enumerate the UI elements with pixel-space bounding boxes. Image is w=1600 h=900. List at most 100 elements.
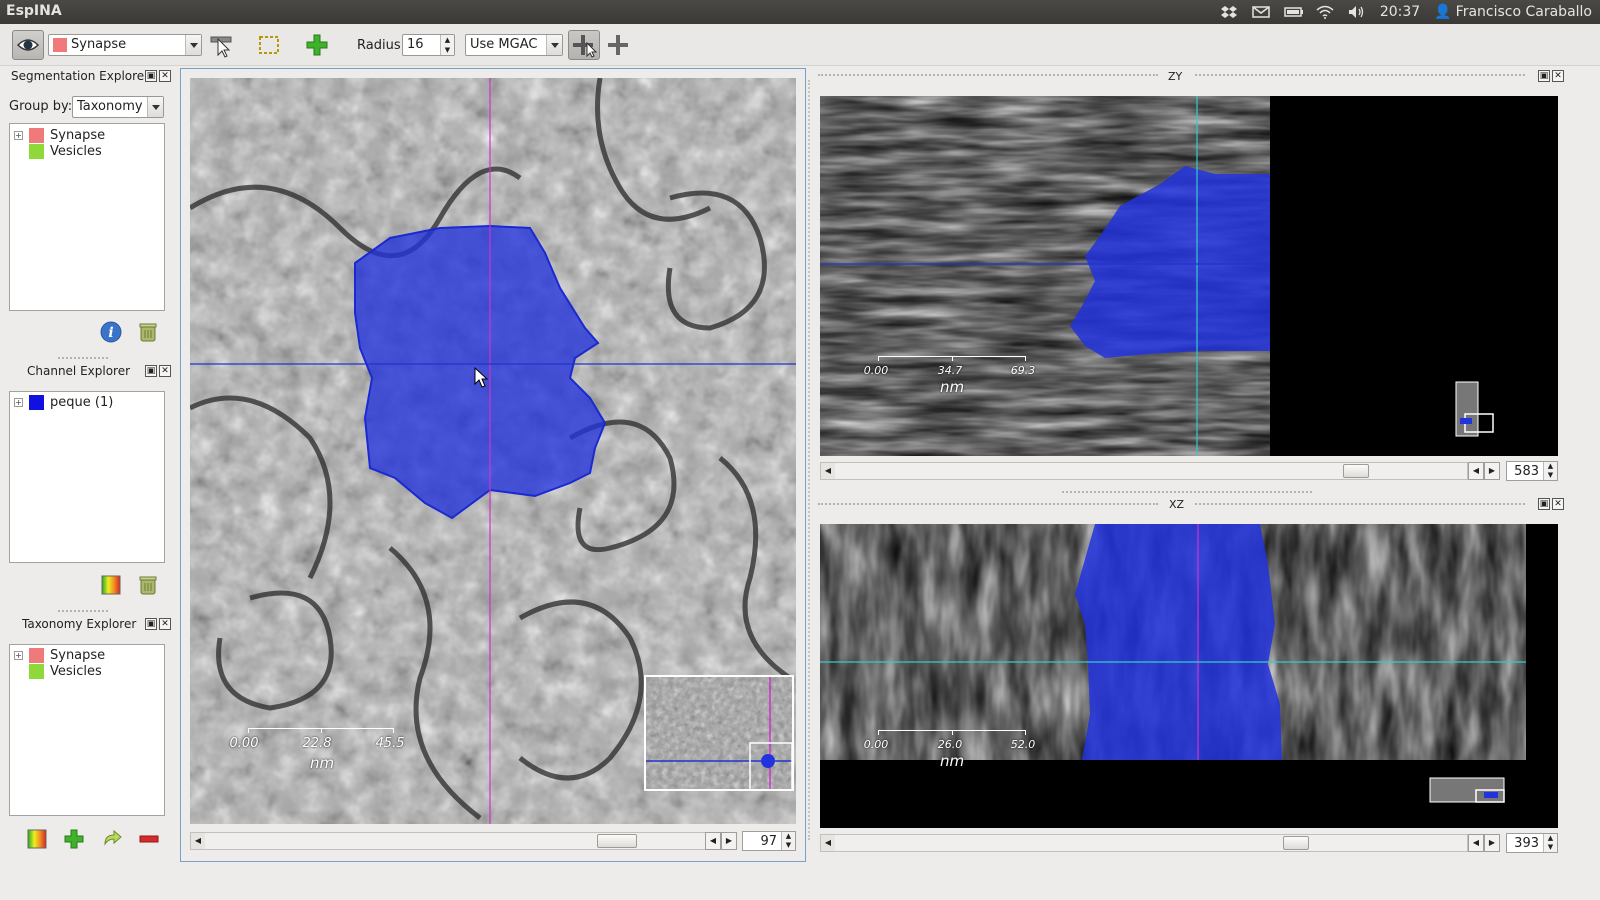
xz-prev-slice-button[interactable]: ◀ xyxy=(1468,834,1484,852)
toggle-visibility-button[interactable] xyxy=(12,30,44,60)
scroll-left-icon[interactable]: ◀ xyxy=(821,835,835,851)
xy-view[interactable]: 0.00 22.8 45.5 nm xyxy=(190,78,796,824)
remove-taxonomy-button[interactable] xyxy=(138,828,160,850)
tree-item-label: Synapse xyxy=(50,647,106,663)
xy-slice-scrollbar[interactable]: ◀ xyxy=(190,832,706,850)
zy-view[interactable]: 0.00 34.7 69.3 nm xyxy=(820,96,1558,456)
dock-separator[interactable] xyxy=(58,357,108,359)
float-icon[interactable]: ▣ xyxy=(145,365,157,377)
selection-pointer-button[interactable] xyxy=(208,31,234,59)
xz-view[interactable]: 0.00 26.0 52.0 nm xyxy=(820,524,1558,828)
spin-arrows-icon[interactable]: ▲ ▼ xyxy=(1543,834,1557,852)
scrollbar-thumb[interactable] xyxy=(597,834,637,848)
zy-view-title: ZY xyxy=(1168,70,1183,83)
dropbox-icon[interactable] xyxy=(1220,5,1238,19)
xy-thumbnail[interactable] xyxy=(644,675,794,791)
close-icon[interactable]: ✕ xyxy=(1552,498,1564,510)
delete-channel-button[interactable] xyxy=(137,574,159,596)
add-subtaxonomy-button[interactable] xyxy=(101,828,123,850)
expand-icon[interactable]: + xyxy=(14,397,23,407)
segmentation-tree[interactable]: + Synapse Vesicles xyxy=(9,123,165,311)
channel-color-button[interactable] xyxy=(100,574,122,596)
wifi-icon[interactable] xyxy=(1316,5,1334,19)
crosshair-button[interactable] xyxy=(606,31,630,59)
pointer-icon xyxy=(210,36,232,58)
taxonomy-tree[interactable]: + Synapse Vesicles xyxy=(9,644,165,816)
user-icon: 👤 xyxy=(1434,4,1452,20)
float-icon[interactable]: ▣ xyxy=(145,618,157,630)
xz-dock-grip[interactable] xyxy=(1195,503,1525,505)
seed-pointer-button[interactable] xyxy=(568,30,600,60)
taxonomy-color-button[interactable] xyxy=(26,828,48,850)
scale-tick-label: 0.00 xyxy=(863,364,889,377)
xz-slice-spinbox[interactable]: 393 ▲ ▼ xyxy=(1506,833,1558,853)
roi-selection-button[interactable] xyxy=(256,31,282,59)
scroll-left-icon[interactable]: ◀ xyxy=(191,833,205,849)
float-icon[interactable]: ▣ xyxy=(1538,70,1550,82)
scrollbar-thumb[interactable] xyxy=(1343,464,1369,478)
spin-arrows-icon[interactable]: ▲ ▼ xyxy=(781,832,795,850)
group-by-combo[interactable]: Taxonomy xyxy=(72,96,164,118)
zy-dock-grip[interactable] xyxy=(818,74,1158,76)
scale-tick-label: 52.0 xyxy=(1010,738,1036,751)
zy-next-slice-button[interactable]: ▶ xyxy=(1484,462,1500,480)
tree-item-label: peque (1) xyxy=(50,394,114,410)
zy-scale-bar: 0.00 34.7 69.3 nm xyxy=(864,356,1035,406)
tree-item-synapse[interactable]: + Synapse xyxy=(14,647,105,663)
view-separator[interactable] xyxy=(1062,491,1312,493)
zy-prev-slice-button[interactable]: ◀ xyxy=(1468,462,1484,480)
clock[interactable]: 20:37 xyxy=(1380,4,1420,20)
method-combo[interactable]: Use MGAC xyxy=(465,34,563,56)
spin-arrows-icon[interactable]: ▲ ▼ xyxy=(440,35,454,55)
add-taxonomy-button[interactable] xyxy=(63,828,85,850)
xz-view-title: XZ xyxy=(1169,498,1185,511)
channel-tree[interactable]: + peque (1) xyxy=(9,391,165,563)
segmentation-combo-value: Synapse xyxy=(71,37,127,52)
close-icon[interactable]: ✕ xyxy=(159,365,171,377)
zy-dock-grip[interactable] xyxy=(1195,74,1525,76)
xz-em-image xyxy=(820,524,1526,803)
zy-slice-scrollbar[interactable]: ◀ xyxy=(820,462,1468,480)
spin-arrows-icon[interactable]: ▲ ▼ xyxy=(1543,462,1557,480)
zy-dock-buttons: ▣ ✕ xyxy=(1538,70,1564,82)
xz-dock-grip[interactable] xyxy=(818,503,1158,505)
scale-unit: nm xyxy=(309,754,335,772)
minus-icon xyxy=(139,835,159,843)
xy-next-slice-button[interactable]: ▶ xyxy=(721,832,737,850)
tree-item-vesicles[interactable]: Vesicles xyxy=(29,663,102,679)
info-button[interactable]: i xyxy=(100,321,122,343)
group-by-label: Group by: xyxy=(9,99,73,114)
main-toolbar: Synapse Radius 16 ▲ ▼ Use MGAC xyxy=(0,24,1600,66)
user-menu[interactable]: 👤 Francisco Caraballo xyxy=(1434,4,1592,20)
zy-slice-spinbox[interactable]: 583 ▲ ▼ xyxy=(1506,461,1558,481)
xz-slice-scrollbar[interactable]: ◀ xyxy=(820,834,1468,852)
segmentation-explorer-dock-buttons: ▣ ✕ xyxy=(145,70,171,82)
float-icon[interactable]: ▣ xyxy=(145,70,157,82)
mail-icon[interactable] xyxy=(1252,5,1270,19)
scroll-left-icon[interactable]: ◀ xyxy=(821,463,835,479)
xy-slice-spinbox[interactable]: 97 ▲ ▼ xyxy=(742,831,796,851)
xy-prev-slice-button[interactable]: ◀ xyxy=(705,832,721,850)
float-icon[interactable]: ▣ xyxy=(1538,498,1550,510)
tree-item-label: Vesicles xyxy=(50,663,102,679)
battery-icon[interactable] xyxy=(1284,5,1303,19)
segmentation-combo[interactable]: Synapse xyxy=(48,34,202,56)
delete-segmentation-button[interactable] xyxy=(137,321,159,343)
radius-spinbox[interactable]: 16 ▲ ▼ xyxy=(402,34,455,56)
close-icon[interactable]: ✕ xyxy=(159,618,171,630)
expand-icon[interactable]: + xyxy=(14,130,23,140)
dock-separator[interactable] xyxy=(58,610,108,612)
close-icon[interactable]: ✕ xyxy=(159,70,171,82)
view-splitter[interactable] xyxy=(808,80,810,840)
add-segmentation-button[interactable] xyxy=(304,31,330,59)
volume-icon[interactable] xyxy=(1348,5,1366,19)
tree-item-channel[interactable]: + peque (1) xyxy=(14,394,113,410)
xz-next-slice-button[interactable]: ▶ xyxy=(1484,834,1500,852)
tree-item-vesicles[interactable]: Vesicles xyxy=(29,143,102,159)
expand-icon[interactable]: + xyxy=(14,650,23,660)
tree-item-synapse[interactable]: + Synapse xyxy=(14,127,105,143)
scale-unit: nm xyxy=(939,752,965,770)
close-icon[interactable]: ✕ xyxy=(1552,70,1564,82)
scale-tick-label: 26.0 xyxy=(937,738,963,751)
scrollbar-thumb[interactable] xyxy=(1283,836,1309,850)
